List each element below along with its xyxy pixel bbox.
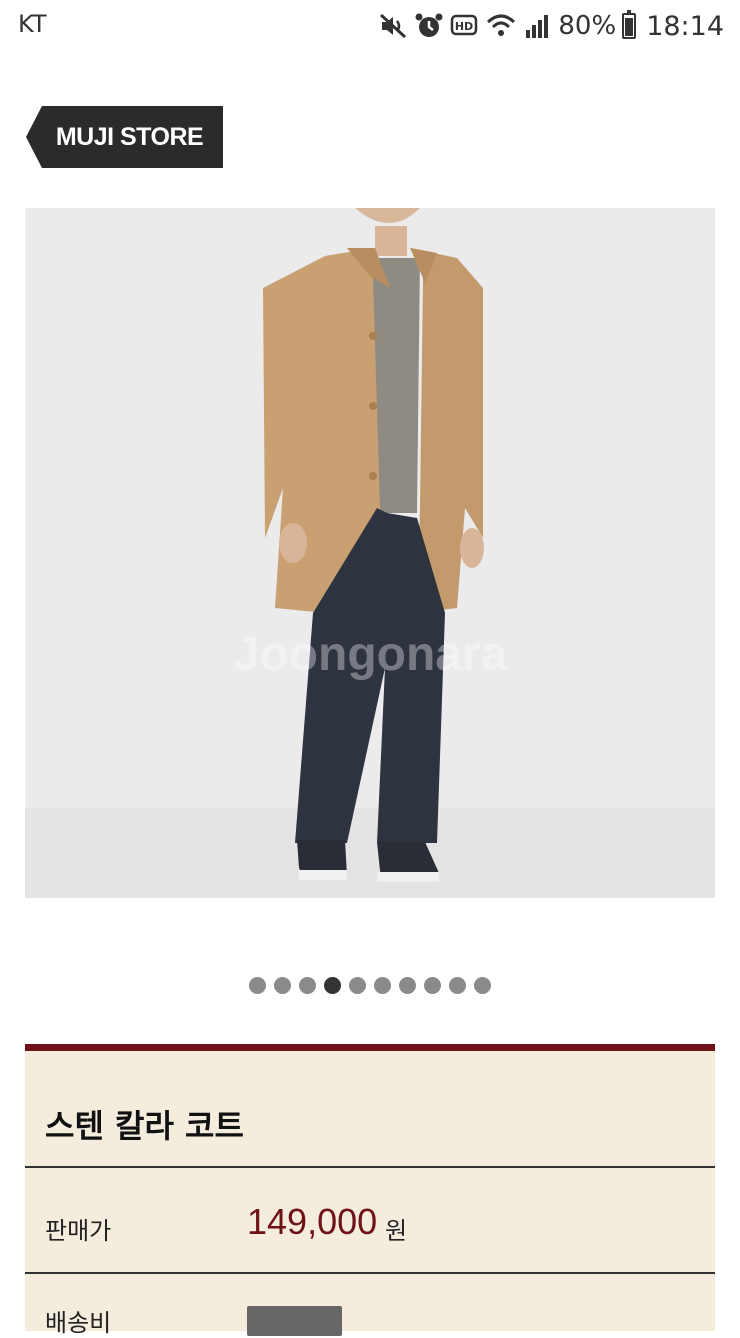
carrier-label: KT xyxy=(18,10,47,38)
mute-icon xyxy=(378,12,408,40)
product-image[interactable]: Joongonara xyxy=(25,208,715,898)
carousel-dot[interactable] xyxy=(449,977,466,994)
carousel-dot[interactable] xyxy=(274,977,291,994)
clock: 18:14 xyxy=(646,10,724,42)
price-label: 판매가 xyxy=(45,1217,112,1245)
carousel-dot[interactable] xyxy=(299,977,316,994)
alarm-icon xyxy=(414,12,444,40)
wifi-icon xyxy=(486,12,516,40)
carousel-dot[interactable] xyxy=(399,977,416,994)
product-info-panel: 스텐 칼라 코트 판매가 149,000 원 배송비 xyxy=(25,1044,715,1337)
carousel-dot[interactable] xyxy=(374,977,391,994)
divider xyxy=(25,1272,715,1274)
watermark-text: Joongonara xyxy=(233,628,508,681)
product-title: 스텐 칼라 코트 xyxy=(45,1107,244,1145)
signal-icon xyxy=(522,12,552,40)
store-back-label: MUJI STORE xyxy=(55,122,204,151)
carousel-dot[interactable] xyxy=(349,977,366,994)
carousel-dot-active[interactable] xyxy=(324,977,341,994)
price-value: 149,000 xyxy=(247,1201,378,1242)
svg-text:HD: HD xyxy=(455,20,473,33)
price-unit: 원 xyxy=(385,1217,408,1245)
product-illustration: Joongonara xyxy=(25,208,715,898)
divider xyxy=(25,1166,715,1168)
store-back-button[interactable]: MUJI STORE xyxy=(26,106,223,168)
carousel-dots xyxy=(0,977,740,994)
carousel-dot[interactable] xyxy=(474,977,491,994)
battery-percent: 80% xyxy=(558,11,617,41)
shipping-option-chip[interactable] xyxy=(247,1306,342,1336)
hd-icon: HD xyxy=(450,12,480,40)
battery-icon xyxy=(622,10,637,39)
status-bar: KT HD 80% 18:14 xyxy=(0,0,740,52)
status-icons: HD 80% 18:14 xyxy=(378,6,724,46)
carousel-dot[interactable] xyxy=(249,977,266,994)
shipping-label: 배송비 xyxy=(45,1309,112,1337)
carousel-dot[interactable] xyxy=(424,977,441,994)
